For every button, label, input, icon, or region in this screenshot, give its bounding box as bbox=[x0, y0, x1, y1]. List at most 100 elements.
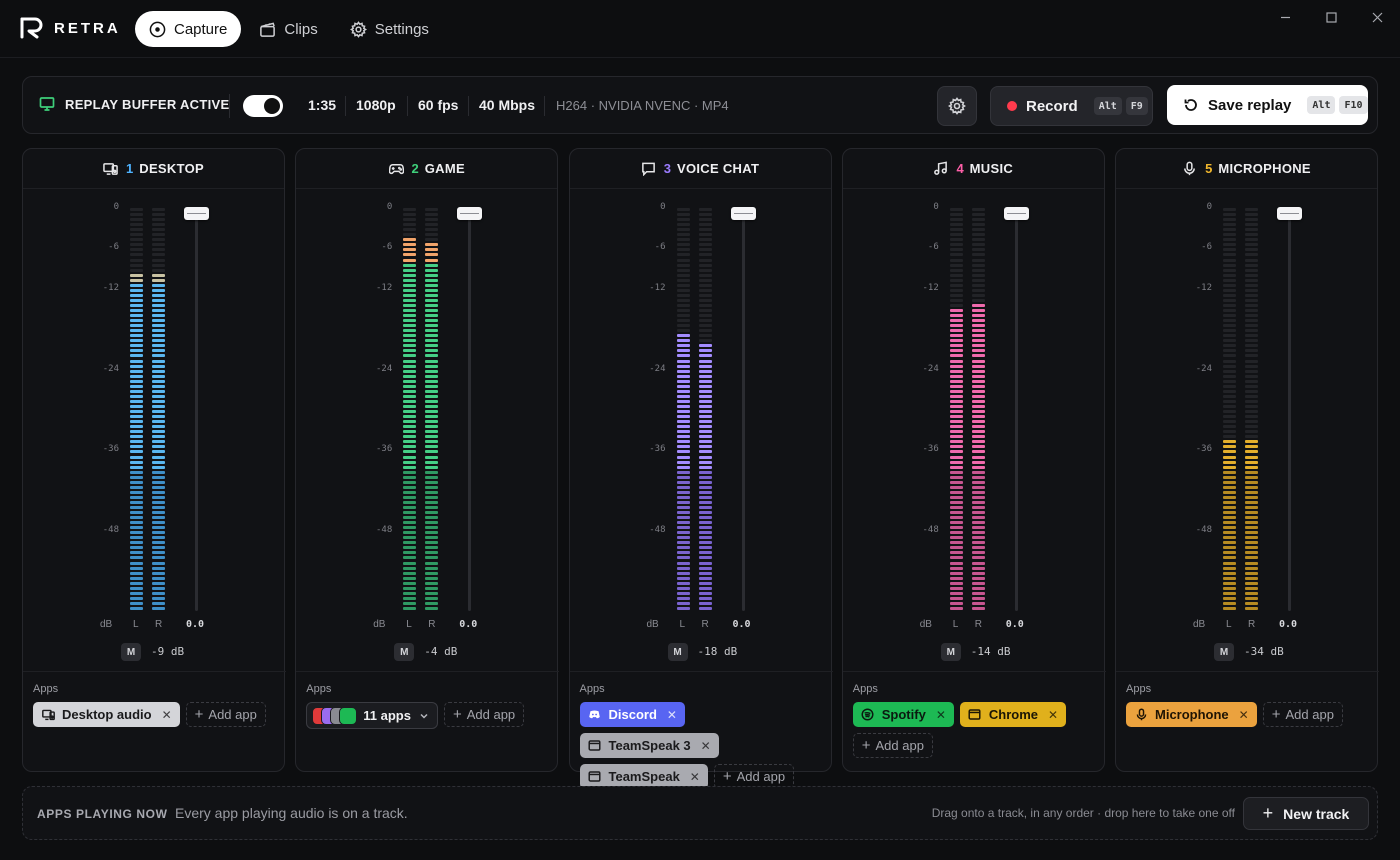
meter-bar-left bbox=[676, 207, 690, 611]
meter-segment bbox=[425, 526, 439, 530]
maximize-button[interactable] bbox=[1308, 0, 1354, 34]
meter-segment bbox=[130, 314, 143, 318]
save-replay-button[interactable]: Save replay Alt F10 bbox=[1167, 85, 1368, 125]
meter-segment bbox=[152, 440, 165, 444]
meter-segment bbox=[676, 546, 690, 550]
fader-track[interactable] bbox=[1014, 215, 1018, 611]
app-chip[interactable]: Spotify ✕ bbox=[852, 702, 954, 727]
add-app-button[interactable]: + Add app bbox=[1262, 702, 1343, 727]
meter-segment bbox=[1223, 485, 1236, 489]
volume-fader-handle[interactable] bbox=[457, 207, 483, 220]
meter-segment bbox=[425, 455, 439, 459]
meter-segment bbox=[152, 309, 165, 312]
meter-segment bbox=[403, 334, 417, 338]
tab-clips[interactable]: Clips bbox=[245, 11, 331, 47]
meter-segment bbox=[152, 576, 165, 580]
remove-app-icon[interactable]: ✕ bbox=[690, 770, 700, 784]
meter-segment bbox=[1223, 369, 1236, 373]
meter-segment bbox=[403, 516, 417, 520]
add-app-button[interactable]: + Add app bbox=[443, 702, 525, 727]
meter-segment bbox=[1223, 455, 1236, 459]
replay-buffer-toggle[interactable] bbox=[243, 95, 283, 117]
gear-icon bbox=[948, 97, 966, 115]
meter-segment bbox=[1223, 606, 1236, 610]
meter-segment bbox=[698, 303, 712, 307]
tab-capture[interactable]: Capture bbox=[135, 11, 242, 47]
meter-segment bbox=[971, 445, 985, 449]
meter-segment bbox=[1223, 566, 1236, 570]
add-app-button[interactable]: + Add app bbox=[852, 733, 933, 758]
mute-button[interactable]: M bbox=[394, 643, 415, 661]
remove-app-icon[interactable]: ✕ bbox=[1239, 708, 1249, 722]
meter-segment bbox=[130, 581, 143, 585]
meter-segment bbox=[698, 495, 712, 499]
meter-segment bbox=[971, 258, 985, 262]
volume-fader-handle[interactable] bbox=[730, 207, 756, 220]
meter-segment bbox=[425, 415, 439, 419]
record-button[interactable]: Record Alt F9 bbox=[990, 86, 1153, 126]
fader-track[interactable] bbox=[468, 215, 472, 611]
fader-track[interactable] bbox=[1288, 215, 1291, 611]
apps-playing-dropzone[interactable]: APPS PLAYING NOW Every app playing audio… bbox=[22, 786, 1378, 840]
meter-segment bbox=[1223, 531, 1236, 535]
meter-segment bbox=[949, 344, 963, 348]
meter-segment bbox=[971, 596, 985, 600]
meter-segment bbox=[698, 516, 712, 520]
volume-fader-handle[interactable] bbox=[184, 207, 209, 220]
mute-button[interactable]: M bbox=[667, 643, 688, 661]
meter-segment bbox=[152, 263, 165, 267]
meter-segment bbox=[130, 354, 143, 358]
meter-segment bbox=[1245, 425, 1258, 429]
app-chip[interactable]: Chrome ✕ bbox=[959, 702, 1067, 727]
remove-app-icon[interactable]: ✕ bbox=[936, 708, 946, 722]
remove-app-icon[interactable]: ✕ bbox=[667, 708, 677, 722]
meter-segment bbox=[949, 490, 963, 494]
meter-segment bbox=[676, 228, 690, 232]
window-icon bbox=[968, 709, 981, 720]
capture-settings-button[interactable] bbox=[937, 86, 977, 126]
meter-segment bbox=[949, 430, 963, 434]
meter-segment bbox=[971, 405, 985, 408]
fader-track[interactable] bbox=[741, 215, 745, 611]
volume-fader-handle[interactable] bbox=[1003, 207, 1029, 220]
new-track-button[interactable]: + New track bbox=[1243, 797, 1369, 830]
app-chip[interactable]: Microphone ✕ bbox=[1126, 702, 1257, 727]
remove-app-icon[interactable]: ✕ bbox=[701, 739, 711, 753]
replay-buffer-label: REPLAY BUFFER ACTIVE bbox=[65, 96, 230, 112]
meter-segment bbox=[676, 536, 690, 540]
meter-segment bbox=[425, 445, 439, 449]
meter-segment bbox=[403, 243, 417, 247]
close-button[interactable] bbox=[1354, 0, 1400, 34]
fader-track[interactable] bbox=[195, 215, 198, 611]
meter-segment bbox=[971, 420, 985, 424]
app-chip[interactable]: Desktop audio ✕ bbox=[33, 702, 180, 727]
mute-button[interactable]: M bbox=[121, 643, 141, 661]
meter-segment bbox=[1223, 440, 1236, 444]
meter-segment bbox=[152, 223, 165, 227]
app-chip[interactable]: Discord ✕ bbox=[579, 702, 685, 727]
meter-segment bbox=[425, 218, 439, 222]
meter-segment bbox=[949, 556, 963, 560]
apps-group-dropdown[interactable]: 11 apps bbox=[306, 702, 438, 729]
tab-settings[interactable]: Settings bbox=[336, 11, 443, 47]
mute-button[interactable]: M bbox=[940, 643, 961, 661]
remove-app-icon[interactable]: ✕ bbox=[162, 708, 172, 722]
mute-button[interactable]: M bbox=[1214, 643, 1234, 661]
meter-segment bbox=[698, 430, 712, 434]
meter-segment bbox=[1223, 223, 1236, 227]
key-alt: Alt bbox=[1093, 97, 1122, 115]
meter-segment bbox=[949, 450, 963, 454]
plus-icon: + bbox=[722, 768, 732, 785]
meter-segment bbox=[676, 399, 690, 403]
meter-segment bbox=[1223, 470, 1236, 474]
meter-segment bbox=[1245, 324, 1258, 328]
app-chip[interactable]: TeamSpeak 3 ✕ bbox=[579, 733, 719, 758]
volume-fader-handle[interactable] bbox=[1277, 207, 1302, 220]
add-app-button[interactable]: + Add app bbox=[185, 702, 266, 727]
minimize-button[interactable] bbox=[1262, 0, 1308, 34]
meter-segment bbox=[698, 258, 712, 262]
remove-app-icon[interactable]: ✕ bbox=[1048, 708, 1058, 722]
meter-segment bbox=[676, 465, 690, 469]
meter-segment bbox=[676, 253, 690, 257]
scale-tick-label: -48 bbox=[102, 525, 119, 536]
